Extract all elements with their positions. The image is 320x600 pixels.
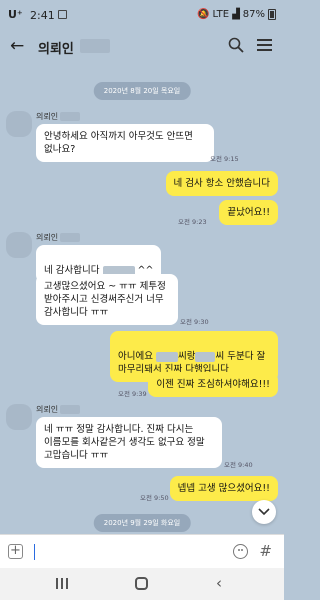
avatar[interactable]	[6, 232, 32, 258]
message-bubble-in: 네 ㅠㅠ 정말 감사합니다. 진짜 다시는 이름모를 회사같은거 생각도 없구요…	[36, 417, 222, 468]
mute-icon: 🔕	[196, 9, 210, 20]
scroll-down-button[interactable]	[252, 500, 276, 524]
emoji-icon[interactable]	[233, 544, 248, 559]
message-time: 오전 9:39	[118, 390, 147, 398]
message-bubble-out: 네 검사 항소 안했습니다	[165, 171, 278, 196]
carrier-label: U⁺	[8, 8, 23, 21]
plus-icon[interactable]: +	[8, 544, 23, 559]
chat-title: 의뢰인	[38, 42, 74, 57]
sender-name: 의뢰인	[36, 232, 81, 243]
battery-icon	[268, 9, 276, 20]
system-nav-bar: ‹	[0, 568, 284, 600]
status-time: 2:41	[30, 9, 55, 22]
message-time: 오전 9:23	[178, 218, 207, 226]
message-time: 오전 9:15	[210, 155, 239, 163]
search-icon[interactable]	[228, 37, 244, 53]
date-divider: 2020년 9월 29일 화요일	[93, 514, 191, 532]
home-icon[interactable]	[135, 577, 148, 590]
battery-text: 87%	[242, 9, 265, 20]
date-divider: 2020년 8월 20일 목요일	[93, 82, 191, 100]
message-input-bar: + #	[0, 534, 284, 568]
sender-name: 의뢰인	[36, 404, 81, 415]
message-time: 오전 9:30	[180, 318, 209, 326]
status-right: 🔕 LTE ▟ 87%	[197, 9, 276, 20]
message-bubble-out: 넵넵 고생 많으셨어요!!	[169, 476, 278, 501]
avatar[interactable]	[6, 111, 32, 137]
sender-name: 의뢰인	[36, 111, 81, 122]
title-redacted	[80, 39, 110, 53]
recent-apps-icon[interactable]	[56, 578, 68, 589]
avatar[interactable]	[6, 404, 32, 430]
network-label: LTE	[212, 9, 230, 20]
back-arrow-icon[interactable]: ←	[10, 36, 24, 56]
message-bubble-out: 이젠 진짜 조심하셔야해요!!!	[148, 372, 278, 397]
nav-back-icon[interactable]: ‹	[216, 574, 222, 592]
status-bar: U⁺ 2:41 🔕 LTE ▟ 87%	[0, 0, 284, 30]
message-bubble-in: 고생많으셨어요 ~ ㅠㅠ 제투정 받아주시고 신경써주신거 너무 감사합니다 ㅠ…	[36, 274, 178, 325]
message-input[interactable]	[34, 544, 35, 560]
message-bubble-in: 안녕하세요 아직까지 아무것도 안뜨면 없나요?	[36, 124, 214, 162]
chat-header: ← 의뢰인	[0, 30, 284, 64]
chat-area[interactable]: 2020년 8월 20일 목요일 의뢰인 안녕하세요 아직까지 아무것도 안뜨면…	[0, 64, 284, 534]
chevron-down-icon	[258, 508, 270, 516]
hash-icon[interactable]: #	[259, 542, 272, 560]
menu-icon[interactable]	[257, 39, 272, 51]
image-notification-icon	[58, 10, 67, 19]
message-time: 오전 9:50	[140, 494, 169, 502]
signal-icon: ▟	[232, 9, 240, 20]
message-time: 오전 9:40	[224, 461, 253, 469]
message-bubble-out: 끝났어요!!	[219, 200, 278, 225]
